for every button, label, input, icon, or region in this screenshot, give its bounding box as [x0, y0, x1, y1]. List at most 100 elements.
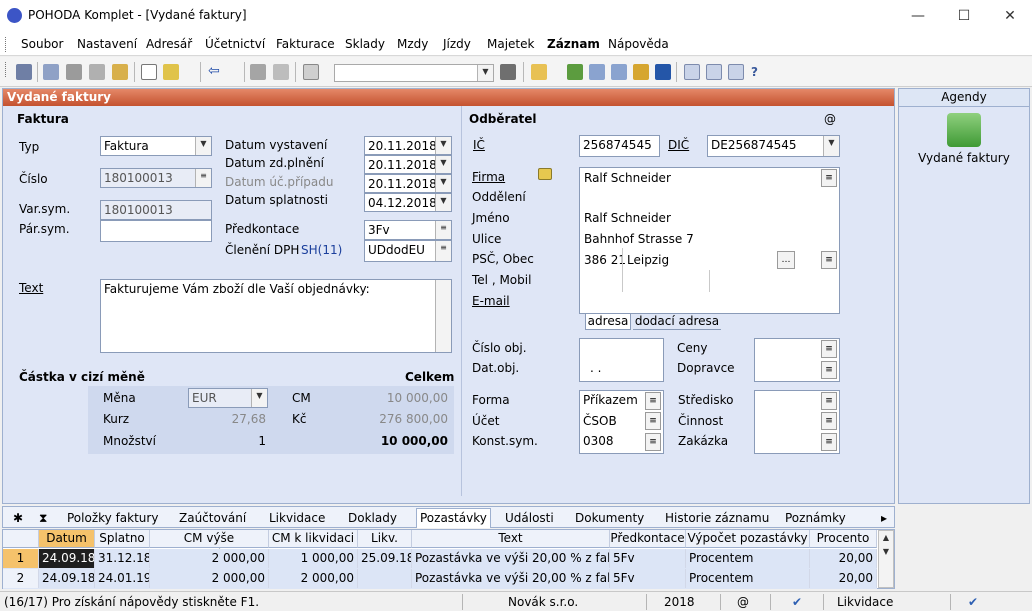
cleneni-input[interactable]: UDdodEU ≡ — [364, 240, 452, 262]
order-box[interactable]: . . — [579, 338, 664, 382]
menu-soubor[interactable]: Soubor — [21, 37, 63, 51]
menu-mzdy[interactable]: Mzdy — [397, 37, 428, 51]
cell-procento[interactable]: 20,00 — [810, 569, 877, 588]
eraser-icon[interactable] — [567, 64, 583, 80]
chevron-down-icon[interactable]: ▼ — [195, 137, 211, 155]
firma-value[interactable]: Ralf Schneider — [584, 171, 671, 185]
calendar-dropdown-icon[interactable]: ▼ — [435, 156, 451, 173]
minimize-icon[interactable]: — — [895, 0, 941, 32]
toolbar-search-combo[interactable]: ▼ — [334, 64, 494, 82]
col-predkontace[interactable]: Předkontace — [610, 530, 686, 548]
forma-picker-icon[interactable]: ≡ — [645, 392, 661, 410]
obec-value[interactable]: Leipzig — [627, 253, 669, 267]
list-picker-icon[interactable]: ≡ — [435, 241, 451, 261]
wand-icon[interactable] — [163, 64, 179, 80]
calculator-icon[interactable] — [611, 64, 627, 80]
cell-splatno[interactable]: 31.12.18 — [95, 549, 150, 568]
firma-picker-icon[interactable]: ≡ — [821, 169, 837, 187]
print-preview-icon[interactable] — [89, 64, 105, 80]
export-icon[interactable] — [112, 64, 128, 80]
chevron-down-icon[interactable]: ▼ — [477, 65, 493, 81]
psc-value[interactable]: 386 21 — [584, 253, 626, 267]
menu-ucetnictvi[interactable]: Účetnictví — [205, 37, 265, 51]
tab-adresa[interactable]: adresa — [585, 314, 631, 330]
col-cm-likvidaci[interactable]: CM k likvidaci — [269, 530, 358, 548]
tab-likvidace[interactable]: Likvidace — [269, 511, 325, 525]
cell-cm-likvidaci[interactable]: 2 000,00 — [269, 569, 358, 588]
cell-datum[interactable]: 24.09.18 — [39, 569, 95, 588]
datum-splatnosti-input[interactable]: 04.12.2018 ▼ — [364, 193, 452, 212]
parsym-field[interactable] — [100, 220, 212, 242]
menu-zaznam[interactable]: Záznam — [547, 37, 600, 51]
col-datum[interactable]: Datum — [39, 530, 95, 548]
zakazka-picker-icon[interactable]: ≡ — [821, 433, 837, 451]
chevron-down-icon[interactable]: ▼ — [823, 136, 839, 156]
text-area[interactable]: Fakturujeme Vám zboží dle Vaší objednávk… — [100, 279, 452, 353]
tab-poznamky[interactable]: Poznámky — [785, 511, 846, 525]
cell-datum[interactable]: 24.09.18 — [39, 549, 95, 568]
form-icon[interactable] — [706, 64, 722, 80]
tab-dokumenty[interactable]: Dokumenty — [575, 511, 644, 525]
tab-star-icon[interactable]: ✱ — [13, 511, 23, 525]
col-procento[interactable]: Procento — [810, 530, 877, 548]
obec-picker-button[interactable]: … — [777, 251, 795, 269]
exit-icon[interactable] — [16, 64, 32, 80]
cell-text[interactable]: Pozastávka ve výši 20,00 % z faktury — [412, 569, 610, 588]
copy-icon[interactable] — [303, 64, 319, 80]
tab-filter-icon[interactable]: ⧗ — [39, 511, 47, 526]
cell-procento[interactable]: 20,00 — [810, 549, 877, 568]
tab-doklady[interactable]: Doklady — [348, 511, 397, 525]
menu-majetek[interactable]: Majetek — [487, 37, 534, 51]
col-cm-vyse[interactable]: CM výše pozastávky — [150, 530, 269, 562]
tab-udalosti[interactable]: Události — [505, 511, 554, 525]
predkontace-input[interactable]: 3Fv ≡ — [364, 220, 452, 240]
cinnost-picker-icon[interactable]: ≡ — [821, 412, 837, 430]
print-icon[interactable] — [66, 64, 82, 80]
cell-predkontace[interactable]: 5Fv — [610, 549, 686, 568]
grid-scrollbar[interactable]: ▲ ▼ — [878, 530, 894, 588]
col-vypocet[interactable]: Výpočet pozastávky — [686, 530, 810, 548]
numbering-icon[interactable]: ≡ — [195, 169, 211, 187]
varsym-field[interactable]: 180100013 — [100, 200, 212, 220]
email-at-icon[interactable]: @ — [824, 112, 836, 126]
filter-icon[interactable] — [500, 64, 516, 80]
table-icon[interactable] — [589, 64, 605, 80]
cell-cm-vyse[interactable]: 2 000,00 — [150, 569, 269, 588]
cell-cm-vyse[interactable]: 2 000,00 — [150, 549, 269, 568]
scrollbar[interactable] — [435, 280, 451, 352]
col-splatno[interactable]: Splatno — [95, 530, 150, 548]
cell-splatno[interactable]: 24.01.19 — [95, 569, 150, 588]
status-email-icon[interactable]: @ — [737, 595, 749, 609]
dic-input[interactable]: DE256874545 ▼ — [707, 135, 840, 157]
datum-zdpl-input[interactable]: 20.11.2018 ▼ — [364, 155, 452, 174]
cell-vypocet[interactable]: Procentem — [686, 549, 810, 568]
tab-zauctovani[interactable]: Zaúčtování — [179, 511, 246, 525]
save-icon[interactable] — [250, 64, 266, 80]
share-icon[interactable] — [43, 64, 59, 80]
stredisko-box[interactable]: ≡ ≡ ≡ — [754, 390, 840, 454]
ceny-picker-icon[interactable]: ≡ — [821, 340, 837, 358]
cislo-field[interactable]: 180100013 ≡ — [100, 168, 212, 188]
cell-cm-likvidaci[interactable]: 1 000,00 — [269, 549, 358, 568]
ceny-dopravce-box[interactable]: ≡ ≡ — [754, 338, 840, 382]
save-all-icon[interactable] — [273, 64, 289, 80]
cell-likv[interactable] — [358, 569, 412, 588]
ucet-picker-icon[interactable]: ≡ — [645, 412, 661, 430]
chevron-down-icon[interactable]: ▼ — [251, 389, 267, 407]
konstsym-picker-icon[interactable]: ≡ — [645, 433, 661, 451]
mena-select[interactable]: EUR ▼ — [188, 388, 268, 408]
menu-jizdy[interactable]: Jízdy — [443, 37, 471, 51]
new-record-icon[interactable] — [141, 64, 157, 80]
folder-icon[interactable] — [531, 64, 547, 80]
stredisko-picker-icon[interactable]: ≡ — [821, 392, 837, 410]
datum-ucp-input[interactable]: 20.11.2018 ▼ — [364, 174, 452, 193]
typ-select[interactable]: Faktura ▼ — [100, 136, 212, 156]
ic-input[interactable]: 256874545 — [579, 135, 660, 157]
psc-picker-icon[interactable]: ≡ — [821, 251, 837, 269]
ulice-value[interactable]: Bahnhof Strasse 7 — [584, 232, 694, 246]
menu-fakturace[interactable]: Fakturace — [276, 37, 335, 51]
payment-box[interactable]: Příkazem ČSOB 0308 ≡ ≡ ≡ — [579, 390, 664, 454]
agendy-item-vydane-faktury[interactable]: Vydané faktury — [899, 151, 1029, 165]
calendar-dropdown-icon[interactable]: ▼ — [435, 137, 451, 154]
datum-vystaveni-input[interactable]: 20.11.2018 ▼ — [364, 136, 452, 155]
